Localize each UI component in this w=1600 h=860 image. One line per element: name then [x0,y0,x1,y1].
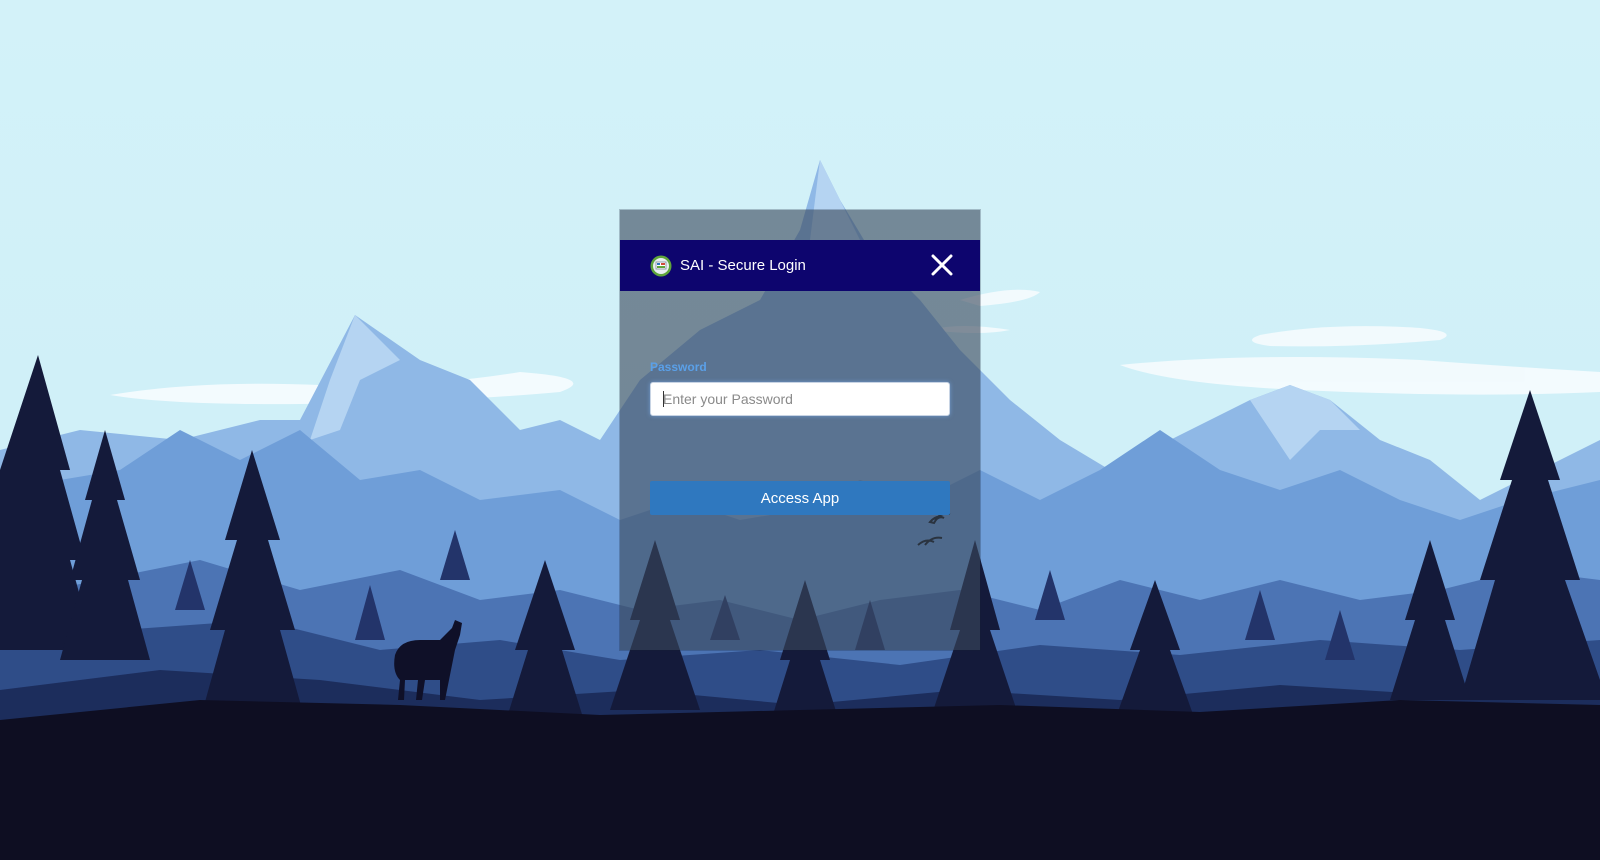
access-app-button[interactable]: Access App [650,481,950,515]
text-caret [663,391,664,407]
close-icon[interactable] [930,253,954,277]
emblem-logo-icon [650,255,672,277]
dialog-title: SAI - Secure Login [680,257,806,274]
password-input[interactable] [650,382,950,416]
dialog-header: SAI - Secure Login [620,240,980,291]
password-label: Password [650,360,707,374]
login-dialog: SAI - Secure Login Password Access App [620,210,980,650]
